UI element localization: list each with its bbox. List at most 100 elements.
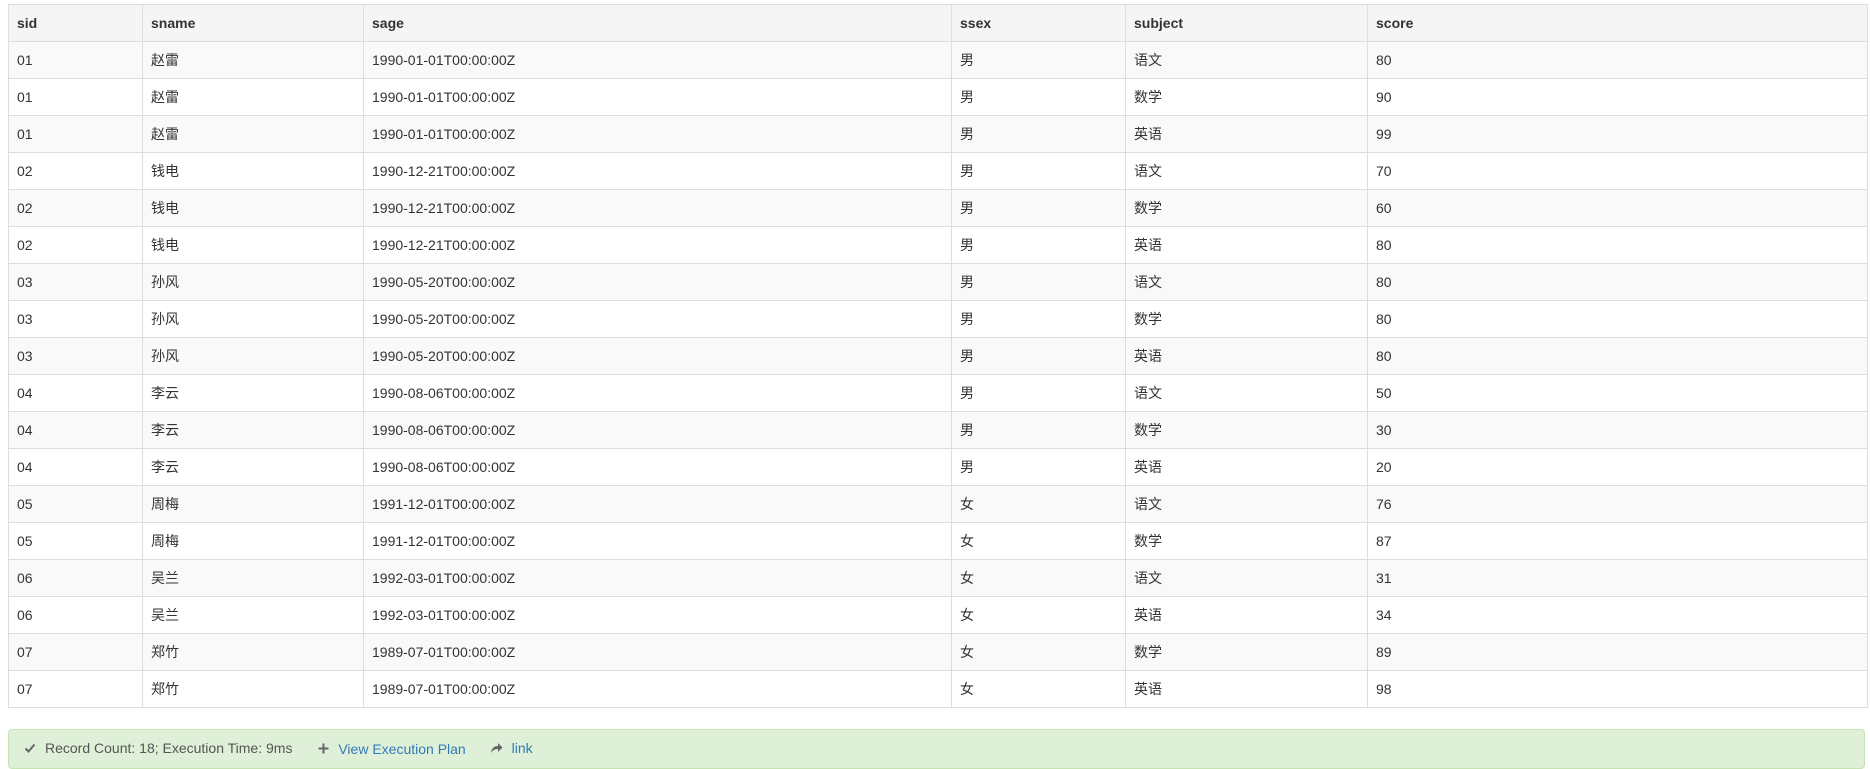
result-table: sid sname sage ssex subject score 01 赵雷 1990-01…: [8, 4, 1868, 708]
cell-score: 20: [1367, 448, 1868, 486]
cell-score: 89: [1367, 633, 1868, 671]
cell-sage: 1990-01-01T00:00:00Z: [363, 115, 952, 153]
cell-sname: 李云: [142, 374, 364, 412]
cell-sname: 赵雷: [142, 78, 364, 116]
table-header-row: sid sname sage ssex subject score: [8, 4, 1868, 42]
column-header-sage[interactable]: sage: [363, 4, 952, 42]
cell-ssex: 男: [951, 41, 1126, 79]
cell-sage: 1990-12-21T00:00:00Z: [363, 152, 952, 190]
cell-sage: 1990-08-06T00:00:00Z: [363, 448, 952, 486]
column-header-sname[interactable]: sname: [142, 4, 364, 42]
view-execution-plan[interactable]: View Execution Plan: [316, 741, 466, 757]
column-header-score[interactable]: score: [1367, 4, 1868, 42]
cell-ssex: 男: [951, 189, 1126, 227]
cell-sid: 05: [8, 485, 143, 523]
table-body: 01 赵雷 1990-01-01T00:00:00Z 男语文 80 01 赵雷 1990-01…: [8, 41, 1868, 708]
result-table-container: sid sname sage ssex subject score 01 赵雷 1990-01…: [8, 4, 1868, 708]
cell-subject: 数学: [1125, 411, 1368, 449]
column-header-ssex[interactable]: ssex: [951, 4, 1126, 42]
cell-sname: 赵雷: [142, 115, 364, 153]
table-row: 01 赵雷 1990-01-01T00:00:00Z 男英语 99: [8, 115, 1868, 153]
cell-sage: 1989-07-01T00:00:00Z: [363, 633, 952, 671]
cell-sname: 周梅: [142, 485, 364, 523]
cell-sname: 赵雷: [142, 41, 364, 79]
cell-sid: 03: [8, 263, 143, 301]
cell-ssex: 男: [951, 411, 1126, 449]
cell-subject: 英语: [1125, 226, 1368, 264]
cell-subject: 数学: [1125, 300, 1368, 338]
cell-score: 90: [1367, 78, 1868, 116]
cell-score: 31: [1367, 559, 1868, 597]
cell-ssex: 男: [951, 115, 1126, 153]
cell-score: 80: [1367, 226, 1868, 264]
cell-sid: 02: [8, 226, 143, 264]
column-header-subject[interactable]: subject: [1125, 4, 1368, 42]
table-row: 04 李云 1990-08-06T00:00:00Z 男英语 20: [8, 448, 1868, 486]
table-row: 06 吴兰 1992-03-01T00:00:00Z 女语文 31: [8, 559, 1868, 597]
cell-subject: 语文: [1125, 41, 1368, 79]
cell-sid: 04: [8, 411, 143, 449]
cell-subject: 语文: [1125, 374, 1368, 412]
cell-ssex: 男: [951, 448, 1126, 486]
cell-sid: 03: [8, 300, 143, 338]
cell-score: 30: [1367, 411, 1868, 449]
column-header-sid[interactable]: sid: [8, 4, 143, 42]
table-row: 06 吴兰 1992-03-01T00:00:00Z 女英语 34: [8, 596, 1868, 634]
table-row: 04 李云 1990-08-06T00:00:00Z 男语文 50: [8, 374, 1868, 412]
cell-subject: 语文: [1125, 485, 1368, 523]
cell-sid: 06: [8, 596, 143, 634]
cell-sid: 04: [8, 448, 143, 486]
table-row: 01 赵雷 1990-01-01T00:00:00Z 男语文 80: [8, 41, 1868, 79]
cell-score: 80: [1367, 337, 1868, 375]
cell-subject: 数学: [1125, 189, 1368, 227]
cell-score: 70: [1367, 152, 1868, 190]
cell-sid: 05: [8, 522, 143, 560]
cell-sage: 1990-08-06T00:00:00Z: [363, 411, 952, 449]
cell-subject: 数学: [1125, 78, 1368, 116]
table-row: 02 钱电 1990-12-21T00:00:00Z 男数学 60: [8, 189, 1868, 227]
cell-sname: 钱电: [142, 152, 364, 190]
table-row: 05 周梅 1991-12-01T00:00:00Z 女数学 87: [8, 522, 1868, 560]
cell-ssex: 女: [951, 596, 1126, 634]
cell-sid: 02: [8, 189, 143, 227]
record-info-text: Record Count: 18; Execution Time: 9ms: [45, 740, 293, 756]
cell-sage: 1991-12-01T00:00:00Z: [363, 485, 952, 523]
view-execution-plan-link[interactable]: View Execution Plan: [338, 741, 465, 757]
cell-sname: 周梅: [142, 522, 364, 560]
cell-sage: 1990-01-01T00:00:00Z: [363, 78, 952, 116]
cell-ssex: 男: [951, 78, 1126, 116]
cell-subject: 语文: [1125, 263, 1368, 301]
cell-sid: 04: [8, 374, 143, 412]
cell-ssex: 女: [951, 485, 1126, 523]
table-row: 03 孙风 1990-05-20T00:00:00Z 男语文 80: [8, 263, 1868, 301]
table-row: 01 赵雷 1990-01-01T00:00:00Z 男数学 90: [8, 78, 1868, 116]
cell-ssex: 女: [951, 633, 1126, 671]
cell-sname: 孙风: [142, 300, 364, 338]
cell-score: 76: [1367, 485, 1868, 523]
cell-sname: 钱电: [142, 226, 364, 264]
cell-score: 60: [1367, 189, 1868, 227]
cell-sname: 李云: [142, 448, 364, 486]
cell-sid: 07: [8, 633, 143, 671]
cell-sname: 吴兰: [142, 559, 364, 597]
cell-score: 98: [1367, 670, 1868, 708]
cell-score: 34: [1367, 596, 1868, 634]
cell-score: 80: [1367, 300, 1868, 338]
check-icon: [23, 741, 37, 755]
plus-icon: [316, 742, 330, 756]
link-link[interactable]: link: [512, 740, 533, 756]
status-bar: Record Count: 18; Execution Time: 9ms Vi…: [8, 729, 1865, 769]
share-link[interactable]: link: [490, 740, 533, 756]
table-row: 05 周梅 1991-12-01T00:00:00Z 女语文 76: [8, 485, 1868, 523]
cell-sage: 1990-12-21T00:00:00Z: [363, 226, 952, 264]
cell-ssex: 男: [951, 226, 1126, 264]
cell-ssex: 男: [951, 337, 1126, 375]
cell-subject: 数学: [1125, 633, 1368, 671]
cell-sid: 06: [8, 559, 143, 597]
cell-subject: 英语: [1125, 670, 1368, 708]
cell-subject: 英语: [1125, 115, 1368, 153]
cell-sage: 1992-03-01T00:00:00Z: [363, 596, 952, 634]
cell-subject: 英语: [1125, 448, 1368, 486]
cell-score: 87: [1367, 522, 1868, 560]
cell-subject: 英语: [1125, 596, 1368, 634]
